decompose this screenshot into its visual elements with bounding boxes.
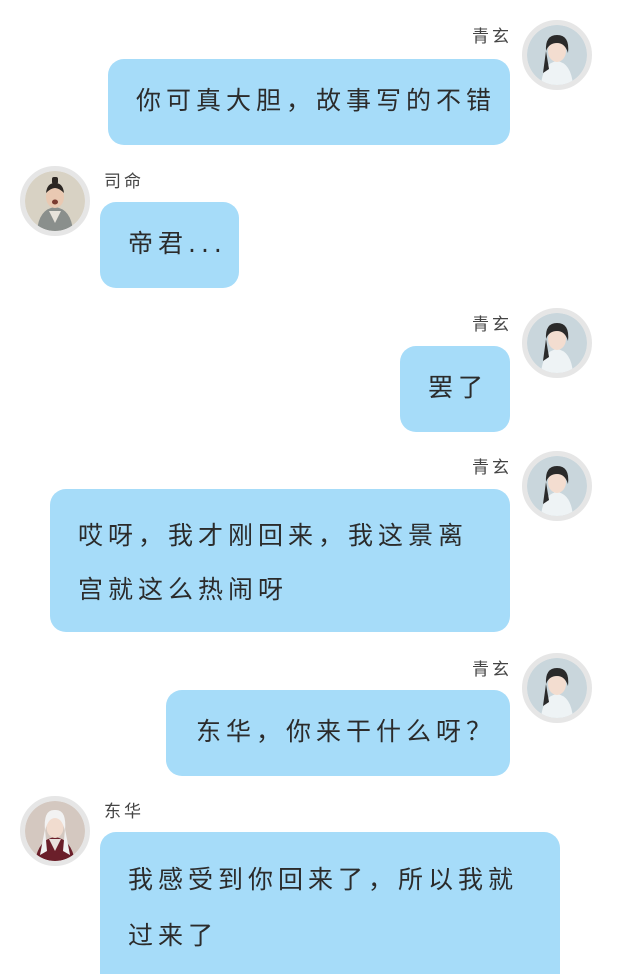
message-text: 东华，你来干什么呀？ — [196, 717, 497, 746]
message-bubble[interactable]: 你可真大胆，故事写的不错 — [108, 59, 510, 145]
message-bubble[interactable]: 东华，你来干什么呀？ — [166, 690, 510, 776]
qingxuan-avatar[interactable] — [522, 451, 592, 521]
sender-name: 青玄 — [472, 27, 512, 47]
donghua-avatar-icon — [25, 801, 85, 861]
siming-avatar-icon — [25, 171, 85, 231]
message-text: 罢了 — [428, 373, 489, 402]
sender-name: 青玄 — [472, 458, 512, 478]
message-text-line: 哎呀，我才刚回来，我这景离 — [78, 521, 469, 550]
message-text: 你可真大胆，故事写的不错 — [136, 86, 497, 115]
donghua-avatar[interactable] — [20, 796, 90, 866]
message-bubble[interactable]: 我感受到你回来了，所以我就 过来了 — [100, 832, 560, 974]
message-text-line: 我感受到你回来了，所以我就 — [128, 865, 519, 894]
message-bubble[interactable]: 哎呀，我才刚回来，我这景离 宫就这么热闹呀 — [50, 489, 510, 632]
sender-name: 青玄 — [472, 660, 512, 680]
sender-name: 司命 — [104, 172, 144, 192]
qingxuan-avatar-icon — [527, 456, 587, 516]
message-text-line: 过来了 — [128, 921, 219, 950]
message-bubble[interactable]: 帝君... — [100, 202, 239, 288]
message-text: 帝君... — [128, 229, 227, 258]
qingxuan-avatar[interactable] — [522, 20, 592, 90]
message-text-line: 宫就这么热闹呀 — [78, 575, 289, 604]
qingxuan-avatar-icon — [527, 658, 587, 718]
siming-avatar[interactable] — [20, 166, 90, 236]
sender-name: 东华 — [104, 802, 144, 822]
qingxuan-avatar-icon — [527, 25, 587, 85]
sender-name: 青玄 — [472, 315, 512, 335]
qingxuan-avatar[interactable] — [522, 653, 592, 723]
chat-conversation: 青玄 你可真大胆，故事写的不错 司命 帝君... 青玄 罢了 青玄 哎呀，我才刚… — [0, 0, 640, 974]
message-bubble[interactable]: 罢了 — [400, 346, 510, 432]
qingxuan-avatar[interactable] — [522, 308, 592, 378]
qingxuan-avatar-icon — [527, 313, 587, 373]
